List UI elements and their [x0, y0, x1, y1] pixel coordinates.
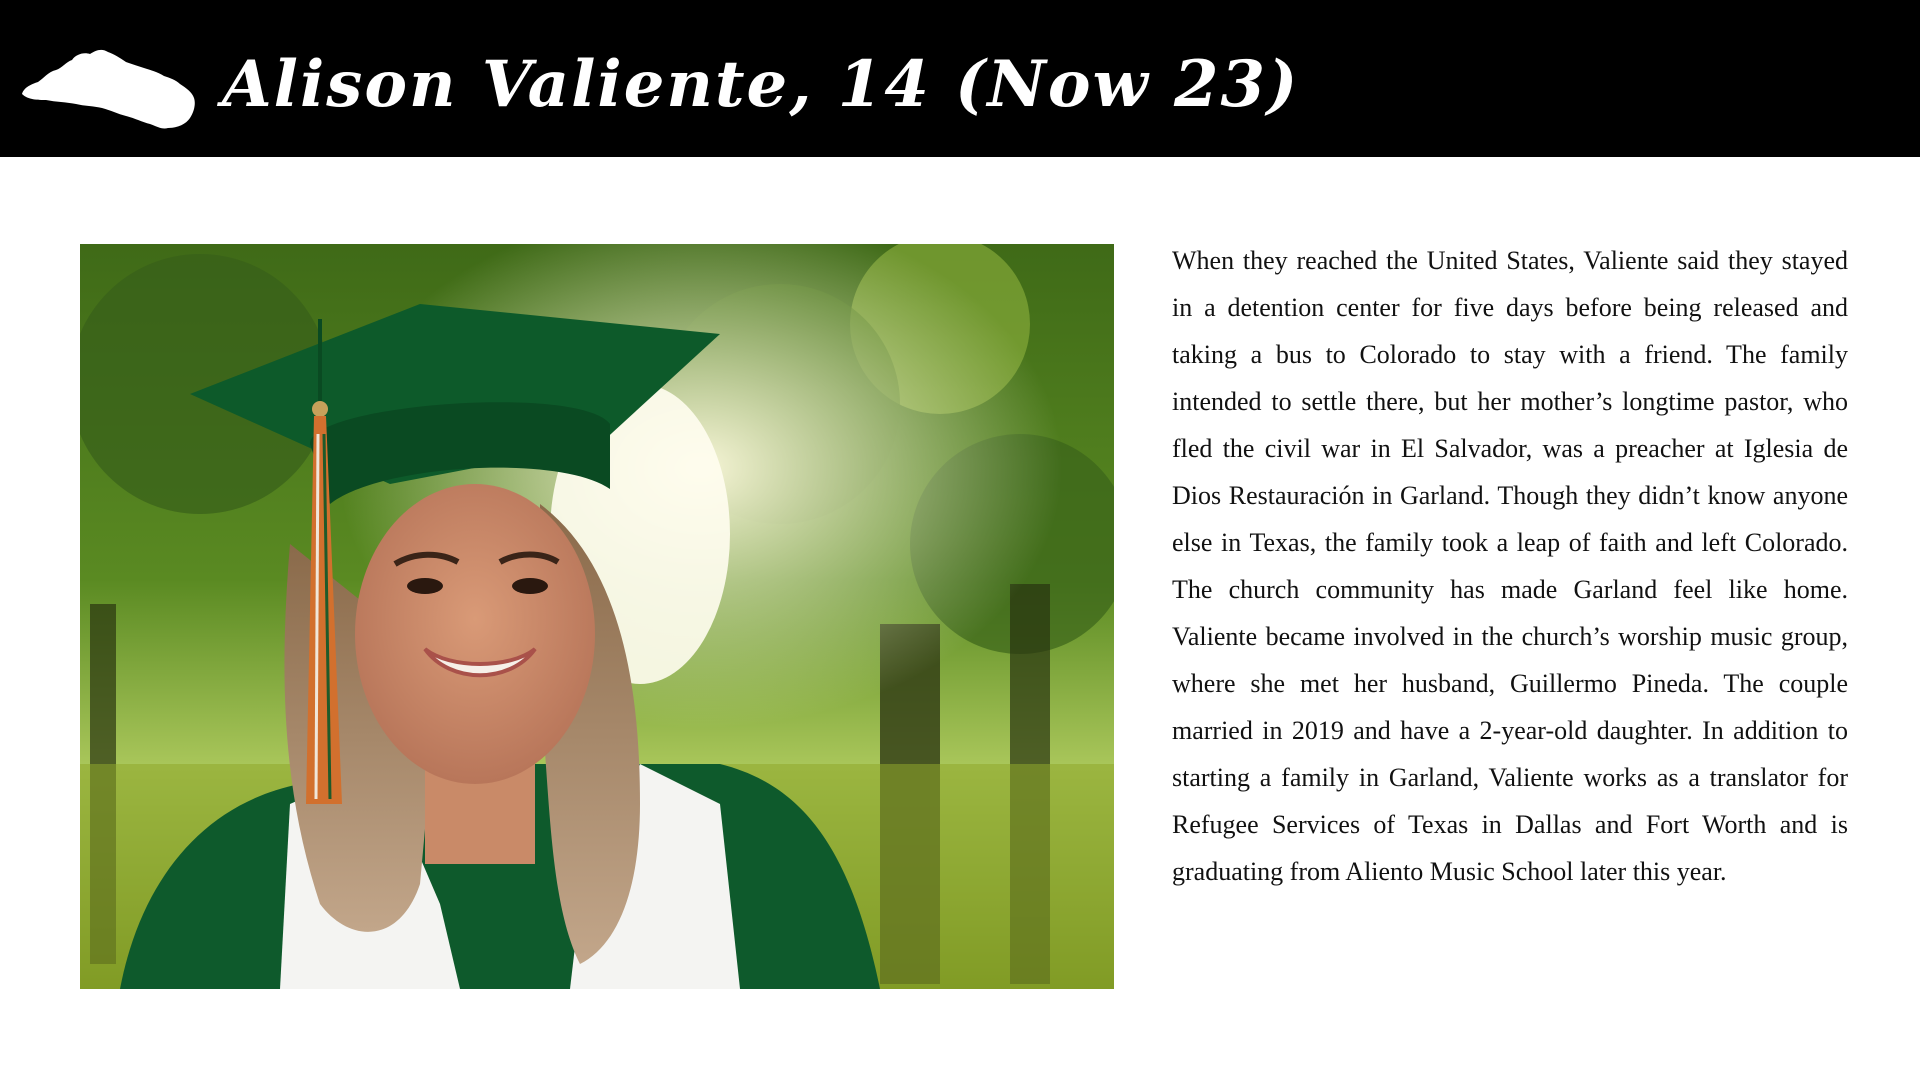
page-title: Alison Valiente, 14 (Now 23) [222, 47, 1300, 122]
header-bar: Alison Valiente, 14 (Now 23) [0, 0, 1920, 157]
article-paragraph: When they reached the United States, Val… [1172, 246, 1848, 886]
graduation-photo [80, 244, 1114, 989]
el-salvador-map-icon [22, 49, 195, 129]
